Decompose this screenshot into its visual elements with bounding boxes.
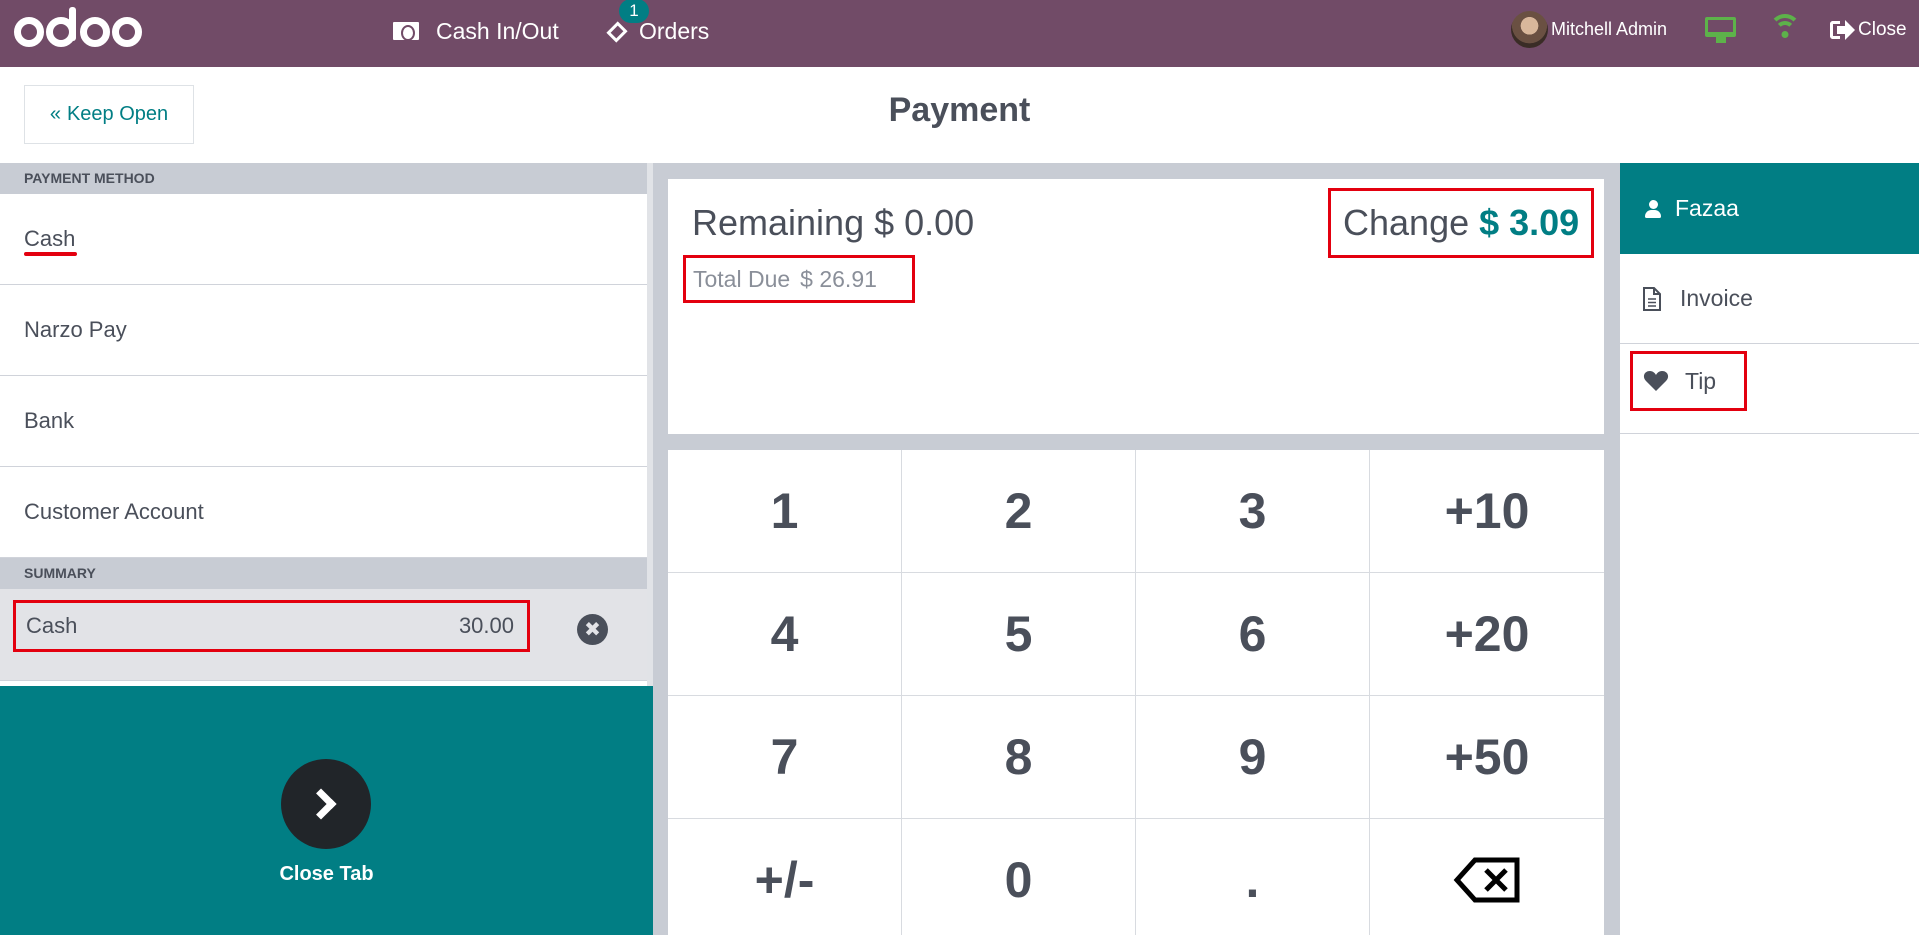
- payment-method-label: Cash: [24, 226, 76, 251]
- user-name: Mitchell Admin: [1551, 18, 1668, 39]
- numpad-key-8[interactable]: 8: [902, 696, 1136, 819]
- numpad-key-backspace[interactable]: [1370, 819, 1604, 935]
- close-circle-icon: ✖: [584, 619, 601, 641]
- total-due-label: Total Due: [693, 265, 791, 292]
- payment-line[interactable]: Cash 30.00: [13, 600, 530, 652]
- numpad-key-9[interactable]: 9: [1136, 696, 1370, 819]
- remaining-amount: Remaining $ 0.00: [692, 202, 974, 244]
- numpad-key-2[interactable]: 2: [902, 450, 1136, 573]
- cash-in-out-label: Cash In/Out: [436, 17, 559, 44]
- payment-method-cash[interactable]: Cash: [0, 194, 647, 285]
- numpad-key-3[interactable]: 3: [1136, 450, 1370, 573]
- numpad-key-plus-minus[interactable]: +/-: [668, 819, 902, 935]
- payment-method-bank[interactable]: Bank: [0, 376, 647, 467]
- payment-method-customer-account[interactable]: Customer Account: [0, 467, 647, 558]
- wifi-icon[interactable]: [1768, 14, 1802, 44]
- file-text-icon: [1643, 286, 1661, 311]
- invoice-button[interactable]: Invoice: [1620, 254, 1919, 344]
- tip-label: Tip: [1685, 367, 1717, 394]
- numpad-key-plus-20[interactable]: +20: [1370, 573, 1604, 696]
- numpad-key-decimal[interactable]: .: [1136, 819, 1370, 935]
- numpad: 1 2 3 +10 4 5 6 +20 7 8 9 +50 +/- 0 .: [668, 450, 1604, 935]
- payment-method-narzo-pay[interactable]: Narzo Pay: [0, 285, 647, 376]
- numpad-key-6[interactable]: 6: [1136, 573, 1370, 696]
- odoo-logo: [14, 7, 144, 54]
- orders-label: Orders: [639, 17, 710, 44]
- sign-out-icon: [1830, 20, 1855, 40]
- total-due: Total Due $ 26.91: [683, 255, 915, 303]
- avatar: [1511, 10, 1548, 48]
- top-navbar: Cash In/Out 1 Orders Mitchell Admin Clos…: [0, 0, 1919, 67]
- highlight-underline: [24, 252, 77, 256]
- payment-line-row: Cash 30.00 ✖: [0, 589, 647, 681]
- change-label: Change: [1343, 202, 1470, 243]
- actions-panel: Fazaa Invoice Tip: [1620, 163, 1919, 935]
- payment-method-label: Narzo Pay: [24, 317, 127, 342]
- numpad-key-5[interactable]: 5: [902, 573, 1136, 696]
- orders-button[interactable]: 1 Orders: [605, 0, 709, 62]
- numpad-key-4[interactable]: 4: [668, 573, 902, 696]
- ticket-icon: 1: [605, 0, 649, 45]
- close-tab-label: Close Tab: [279, 863, 374, 885]
- total-due-value: $ 26.91: [800, 265, 877, 292]
- remaining-value: $ 0.00: [874, 202, 975, 243]
- payment-method-label: Customer Account: [24, 499, 204, 524]
- numpad-key-plus-10[interactable]: +10: [1370, 450, 1604, 573]
- page-title: Payment: [888, 91, 1031, 129]
- payment-method-label: Bank: [24, 408, 75, 433]
- orders-count-badge: 1: [619, 0, 649, 23]
- numpad-key-7[interactable]: 7: [668, 696, 902, 819]
- heart-icon: [1643, 371, 1669, 391]
- desktop-icon[interactable]: [1705, 17, 1736, 43]
- chevron-right-icon: [281, 759, 371, 849]
- numpad-key-1[interactable]: 1: [668, 450, 902, 573]
- remaining-label: Remaining: [692, 202, 865, 243]
- payment-line-amount: 30.00: [458, 613, 514, 638]
- close-session-button[interactable]: Close: [1830, 0, 1907, 60]
- summary-section-title: SUMMARY: [0, 558, 647, 589]
- payment-method-section-title: PAYMENT METHOD: [0, 163, 647, 194]
- change-amount: Change $ 3.09: [1328, 188, 1594, 258]
- tip-highlight: Tip: [1630, 351, 1747, 411]
- close-tab-button[interactable]: Close Tab: [0, 686, 653, 935]
- money-bill-icon: [393, 22, 419, 41]
- change-value: $ 3.09: [1479, 202, 1580, 243]
- customer-button[interactable]: Fazaa: [1620, 163, 1919, 254]
- invoice-label: Invoice: [1680, 285, 1753, 311]
- customer-name: Fazaa: [1675, 195, 1739, 221]
- payment-line-method: Cash: [26, 613, 78, 638]
- numpad-key-plus-50[interactable]: +50: [1370, 696, 1604, 819]
- numpad-key-0[interactable]: 0: [902, 819, 1136, 935]
- payment-status: Remaining $ 0.00 Total Due $ 26.91 Chang…: [668, 179, 1604, 434]
- tip-button[interactable]: Tip: [1620, 344, 1919, 434]
- close-label: Close: [1858, 19, 1907, 40]
- payment-header: « Keep Open Payment: [0, 67, 1919, 163]
- scrollbar[interactable]: [647, 163, 653, 686]
- cash-in-out-button[interactable]: Cash In/Out: [393, 0, 559, 62]
- backspace-icon: [1453, 857, 1520, 903]
- user-menu[interactable]: Mitchell Admin: [1511, 0, 1667, 58]
- user-icon: [1645, 199, 1661, 218]
- remove-payment-line-button[interactable]: ✖: [577, 614, 608, 645]
